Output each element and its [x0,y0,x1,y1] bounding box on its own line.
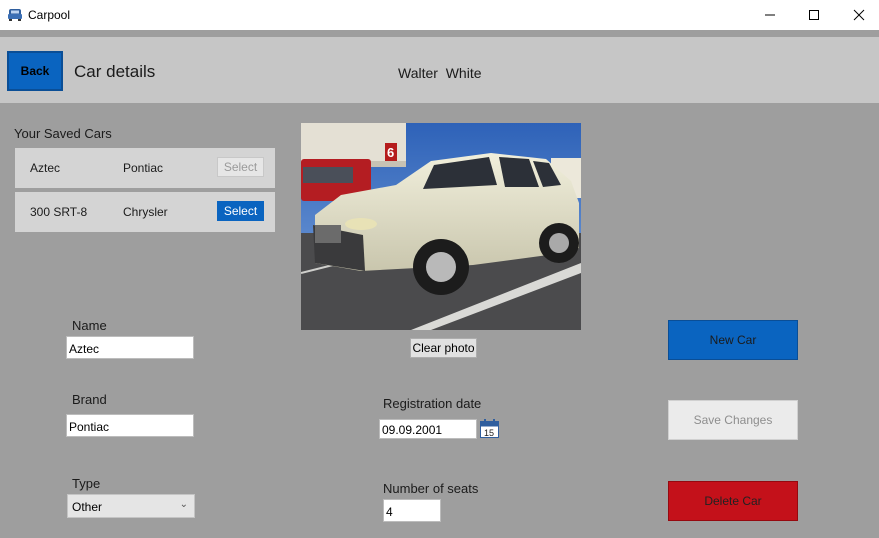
brand-input[interactable]: Pontiac [66,414,194,437]
save-changes-button[interactable]: Save Changes [668,400,798,440]
brand-label: Brand [72,392,107,407]
user-name: Walter White [398,65,482,81]
car-icon [8,9,22,21]
close-icon [853,9,865,21]
back-button[interactable]: Back [7,51,63,91]
select-car-button[interactable]: Select [217,201,264,221]
close-button[interactable] [836,0,879,30]
window-title: Carpool [28,8,71,22]
saved-car-row: 300 SRT-8 Chrysler Select [15,192,275,232]
car-name: 300 SRT-8 [30,205,88,219]
calendar-icon[interactable]: 15 [480,419,499,438]
car-photo: 6 [301,123,581,330]
clear-photo-button[interactable]: Clear photo [410,338,477,358]
name-input[interactable]: Aztec [66,336,194,359]
minimize-button[interactable] [747,0,793,30]
car-name: Aztec [30,161,61,175]
minimize-icon [765,14,775,16]
building-sign: 6 [387,145,394,160]
calendar-day-text: 15 [484,428,494,438]
type-selected-value: Other [72,500,103,514]
saved-cars-label: Your Saved Cars [14,126,112,141]
seats-label: Number of seats [383,481,479,496]
type-select[interactable]: Other ⌄ [67,494,195,518]
maximize-icon [809,10,819,20]
delete-car-button[interactable]: Delete Car [668,481,798,521]
car-brand: Chrysler [123,205,168,219]
type-label: Type [72,476,101,491]
chevron-down-icon: ⌄ [179,499,188,510]
car-brand: Pontiac [123,161,164,175]
car-photo-image: 6 [301,123,581,330]
page-header: Back Car details Walter White [0,37,879,103]
saved-car-row: Aztec Pontiac Select [15,148,275,188]
maximize-button[interactable] [791,0,837,30]
select-car-button[interactable]: Select [217,157,264,177]
seats-input[interactable]: 4 [383,499,441,522]
registration-date-input[interactable]: 09.09.2001 [379,419,477,439]
title-bar: Carpool [0,0,879,30]
name-label: Name [72,318,107,333]
page-title: Car details [74,62,156,81]
registration-date-label: Registration date [383,396,482,411]
new-car-button[interactable]: New Car [668,320,798,360]
title-separator [0,30,879,37]
